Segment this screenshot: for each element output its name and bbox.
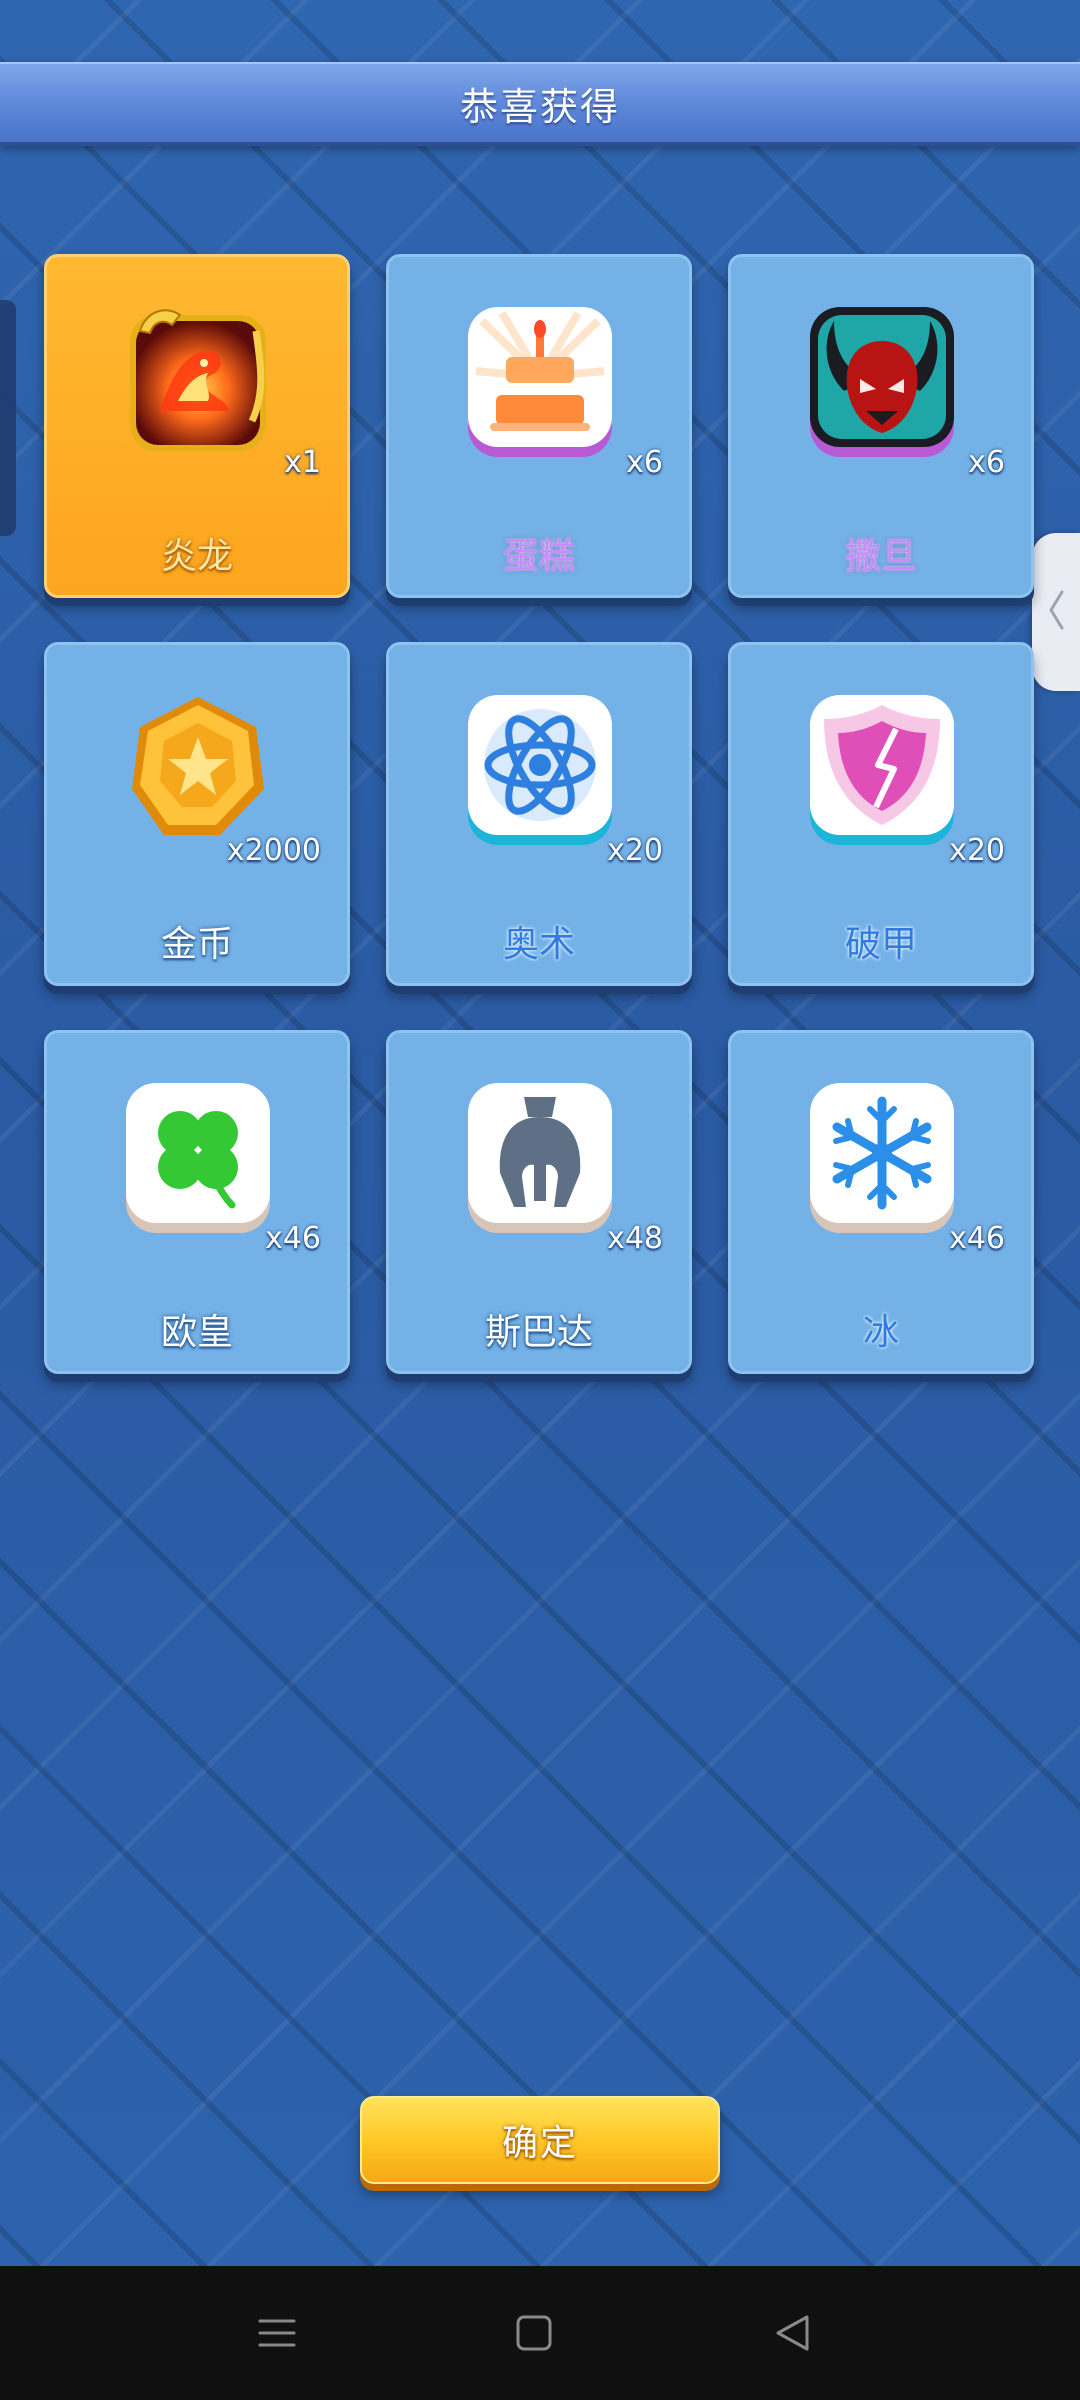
item-name: 欧皇 <box>160 1312 233 1353</box>
cake-icon <box>462 301 618 457</box>
reward-card-satan[interactable]: x6 撒旦 <box>728 254 1034 598</box>
reward-card-ice[interactable]: x46 冰 <box>728 1030 1034 1374</box>
title-banner: 恭喜获得 <box>0 62 1080 146</box>
chevron-left-icon <box>1046 588 1066 636</box>
item-count: x6 <box>626 445 663 480</box>
menu-icon <box>257 2316 297 2350</box>
item-count: x48 <box>607 1221 663 1256</box>
reward-card-gold-coin[interactable]: x2000 金币 <box>44 642 350 986</box>
atom-icon <box>462 689 618 845</box>
home-square-icon <box>515 2314 553 2352</box>
reward-card-armor-break[interactable]: x20 破甲 <box>728 642 1034 986</box>
menu-button[interactable] <box>245 2301 309 2365</box>
item-name: 金币 <box>160 924 233 965</box>
item-count: x46 <box>265 1221 321 1256</box>
left-edge-tab[interactable] <box>0 300 16 536</box>
broken-shield-icon <box>804 689 960 845</box>
spartan-helmet-icon <box>462 1077 618 1233</box>
system-nav-bar <box>0 2266 1080 2400</box>
confirm-label: 确定 <box>501 2123 578 2164</box>
reward-card-sparta[interactable]: x48 斯巴达 <box>386 1030 692 1374</box>
home-button[interactable] <box>502 2301 566 2365</box>
reward-card-lucky[interactable]: x46 欧皇 <box>44 1030 350 1374</box>
four-leaf-clover-icon <box>120 1077 276 1233</box>
reward-grid: x1 炎龙 x6 蛋糕 x6 撒旦 x2000 金币 x20 奥术 x20 破甲… <box>44 254 1036 1374</box>
back-button[interactable] <box>760 2301 824 2365</box>
item-count: x20 <box>949 833 1005 868</box>
item-name: 蛋糕 <box>502 536 575 577</box>
item-count: x6 <box>968 445 1005 480</box>
item-count: x1 <box>284 445 321 480</box>
item-count: x2000 <box>226 833 321 868</box>
item-name: 炎龙 <box>160 536 233 577</box>
item-name: 冰 <box>862 1312 899 1353</box>
confirm-button[interactable]: 确定 <box>360 2096 720 2184</box>
demon-mask-icon <box>804 301 960 457</box>
item-name: 奥术 <box>502 924 575 965</box>
gold-coin-icon <box>120 689 276 845</box>
item-name: 斯巴达 <box>484 1312 593 1353</box>
fire-dragon-icon <box>120 301 276 457</box>
back-triangle-icon <box>773 2313 811 2353</box>
snowflake-icon <box>804 1077 960 1233</box>
reward-card-yanlong[interactable]: x1 炎龙 <box>44 254 350 598</box>
page-title: 恭喜获得 <box>459 84 620 129</box>
item-count: x46 <box>949 1221 1005 1256</box>
item-count: x20 <box>607 833 663 868</box>
reward-card-cake[interactable]: x6 蛋糕 <box>386 254 692 598</box>
side-drawer-handle[interactable] <box>1032 533 1080 691</box>
item-name: 撒旦 <box>844 536 917 577</box>
reward-card-arcane[interactable]: x20 奥术 <box>386 642 692 986</box>
item-name: 破甲 <box>844 924 917 965</box>
